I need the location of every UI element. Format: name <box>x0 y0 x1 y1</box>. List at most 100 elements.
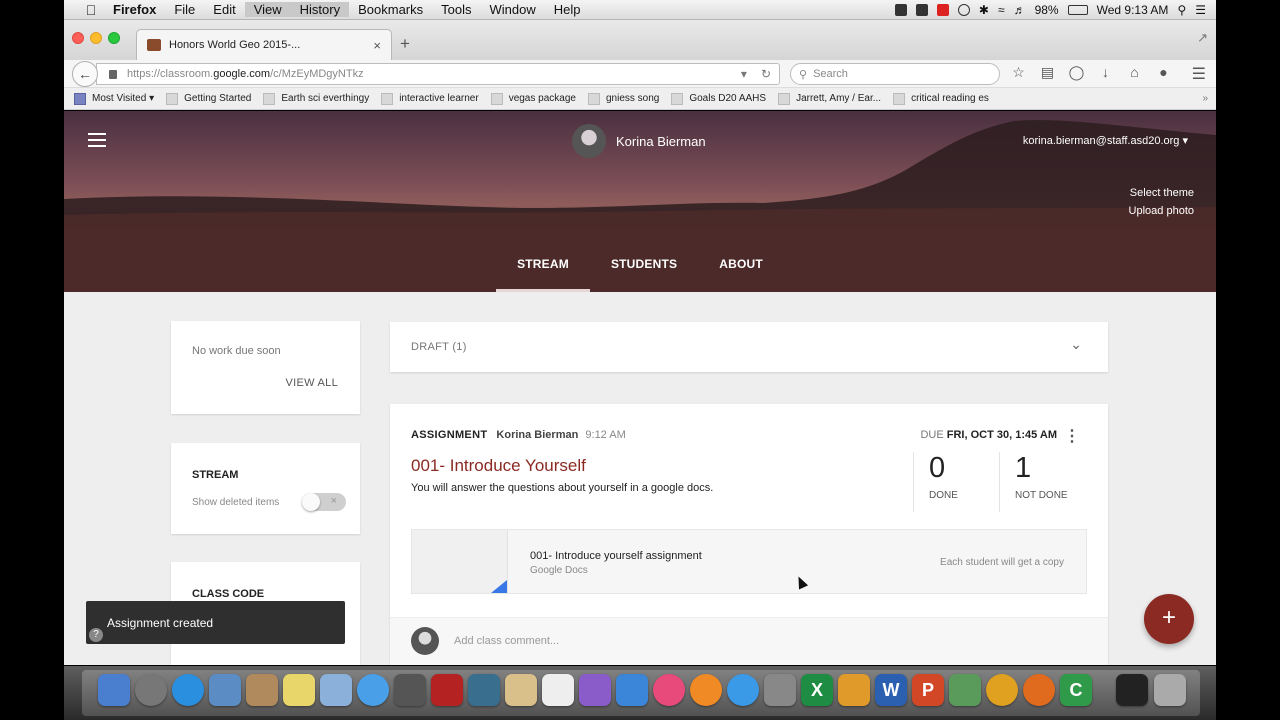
class-comment-input[interactable]: Add class comment... <box>454 635 559 647</box>
calendar-icon[interactable] <box>542 674 574 706</box>
bookmark-item[interactable]: Getting Started <box>166 92 251 105</box>
chevron-down-icon[interactable]: ⌄ <box>1070 336 1082 353</box>
bookmark-item[interactable]: Jarrett, Amy / Ear... <box>778 92 881 105</box>
apple-icon[interactable]:  <box>78 2 104 18</box>
menu-tools[interactable]: Tools <box>432 2 480 17</box>
bookmark-item[interactable]: critical reading es <box>893 92 989 105</box>
ibooks-icon[interactable] <box>690 674 722 706</box>
trash-icon[interactable] <box>1154 674 1186 706</box>
menu-file[interactable]: File <box>165 2 204 17</box>
select-theme-link[interactable]: Select theme <box>1130 187 1194 199</box>
keynote-icon[interactable] <box>579 674 611 706</box>
word-icon[interactable]: W <box>875 674 907 706</box>
tab-students[interactable]: STUDENTS <box>590 246 698 292</box>
not-done-count-block[interactable]: 1 NOT DONE <box>999 452 1085 512</box>
display-settings-icon[interactable] <box>616 674 648 706</box>
browser-menu-icon[interactable]: ☰ <box>1192 64 1206 84</box>
bookmarks-overflow-icon[interactable]: » <box>1202 93 1208 104</box>
menu-app-name[interactable]: Firefox <box>104 2 165 17</box>
photos-icon[interactable] <box>468 674 500 706</box>
volume-icon[interactable]: ♬ <box>1014 3 1026 17</box>
url-dropdown-icon[interactable]: ▾ <box>741 67 747 81</box>
help-icon[interactable]: ? <box>89 628 103 642</box>
system-preferences-icon[interactable] <box>764 674 796 706</box>
bluetooth-icon[interactable]: ✱ <box>979 3 989 17</box>
assignment-title[interactable]: 001- Introduce Yourself <box>411 456 586 476</box>
notification-center-icon[interactable]: ☰ <box>1195 3 1206 17</box>
upload-photo-link[interactable]: Upload photo <box>1129 205 1194 217</box>
tab-stream[interactable]: STREAM <box>496 246 590 292</box>
show-deleted-toggle[interactable]: × <box>302 493 346 511</box>
draft-panel[interactable]: DRAFT (1) ⌄ <box>390 322 1108 372</box>
close-tab-icon[interactable]: × <box>373 38 381 53</box>
bookmark-star-icon[interactable]: ☆ <box>1010 64 1027 81</box>
tab-about[interactable]: ABOUT <box>698 246 784 292</box>
textedit-icon[interactable] <box>505 674 537 706</box>
browser-tab-active[interactable]: Honors World Geo 2015-... × <box>136 29 392 60</box>
done-count-block[interactable]: 0 DONE <box>913 452 999 512</box>
display-icon[interactable] <box>915 3 928 16</box>
view-all-link[interactable]: VIEW ALL <box>285 377 338 389</box>
bookmark-item[interactable]: Goals D20 AAHS <box>671 92 766 105</box>
contacts-icon[interactable] <box>246 674 278 706</box>
itunes-icon[interactable] <box>653 674 685 706</box>
chat-icon[interactable]: ● <box>1155 64 1172 81</box>
reading-list-icon[interactable]: ▤ <box>1039 64 1056 81</box>
app-store-icon[interactable] <box>727 674 759 706</box>
camtasia-icon[interactable]: C <box>1060 674 1092 706</box>
search-field[interactable]: ⚲ Search <box>790 63 1000 85</box>
attachment-copy-setting[interactable]: Each student will get a copy <box>940 557 1064 568</box>
recording-icon[interactable] <box>936 3 949 16</box>
messages-icon[interactable] <box>357 674 389 706</box>
menu-edit[interactable]: Edit <box>204 2 244 17</box>
attachment-item[interactable]: 001- Introduce yourself assignment Googl… <box>411 529 1087 594</box>
close-window-button[interactable] <box>72 32 84 44</box>
flipboard-icon[interactable] <box>894 3 907 16</box>
url-bar[interactable]: https://classroom. google.com /c/MzEyMDg… <box>96 63 780 85</box>
menu-view[interactable]: View <box>244 2 291 17</box>
reload-icon[interactable]: ↻ <box>761 67 771 81</box>
main-menu-icon[interactable] <box>88 133 106 147</box>
battery-icon[interactable] <box>1067 4 1088 15</box>
launchpad-icon[interactable] <box>135 674 167 706</box>
bookmark-item[interactable]: vegas package <box>490 92 576 105</box>
bookmark-item[interactable]: Earth sci everthingy <box>263 92 369 105</box>
time-machine-icon[interactable] <box>957 3 970 16</box>
account-menu[interactable]: korina.bierman@staff.asd20.org ▾ <box>1023 134 1188 147</box>
battery-percent[interactable]: 98% <box>1035 3 1059 17</box>
bookmark-item[interactable]: interactive learner <box>381 92 479 105</box>
menu-history[interactable]: History <box>290 2 350 17</box>
add-post-button[interactable]: + <box>1144 594 1194 644</box>
downloads-icon[interactable]: ↓ <box>1097 64 1114 81</box>
menu-help[interactable]: Help <box>545 2 590 17</box>
back-button[interactable]: ← <box>72 61 98 87</box>
zoom-window-button[interactable] <box>108 32 120 44</box>
finder-icon[interactable] <box>98 674 130 706</box>
minimize-window-button[interactable] <box>90 32 102 44</box>
pocket-icon[interactable]: ◯ <box>1068 64 1085 81</box>
bookmark-item[interactable]: gniess song <box>587 92 659 105</box>
home-icon[interactable]: ⌂ <box>1126 64 1143 81</box>
wifi-icon[interactable]: ≈ <box>998 3 1005 17</box>
preview-icon[interactable] <box>320 674 352 706</box>
menu-window[interactable]: Window <box>481 2 545 17</box>
photo-booth-icon[interactable] <box>431 674 463 706</box>
clock[interactable]: Wed 9:13 AM <box>1097 3 1169 17</box>
new-tab-button[interactable]: + <box>400 34 410 54</box>
chrome-icon[interactable] <box>986 674 1018 706</box>
sketch-icon[interactable] <box>838 674 870 706</box>
safari-icon[interactable] <box>172 674 204 706</box>
menu-bookmarks[interactable]: Bookmarks <box>349 2 432 17</box>
spotlight-search-icon[interactable]: ⚲ <box>1177 3 1186 17</box>
fullscreen-icon[interactable]: ↗ <box>1197 30 1208 46</box>
more-options-icon[interactable]: ⋮ <box>1064 426 1080 446</box>
facetime-icon[interactable] <box>394 674 426 706</box>
excel-icon[interactable]: X <box>801 674 833 706</box>
downloads-stack-icon[interactable] <box>1116 674 1148 706</box>
notes-icon[interactable] <box>283 674 315 706</box>
downloader-icon[interactable] <box>949 674 981 706</box>
mail-icon[interactable] <box>209 674 241 706</box>
firefox-icon[interactable] <box>1023 674 1055 706</box>
powerpoint-icon[interactable]: P <box>912 674 944 706</box>
bookmark-most-visited[interactable]: Most Visited ▾ <box>74 92 154 105</box>
